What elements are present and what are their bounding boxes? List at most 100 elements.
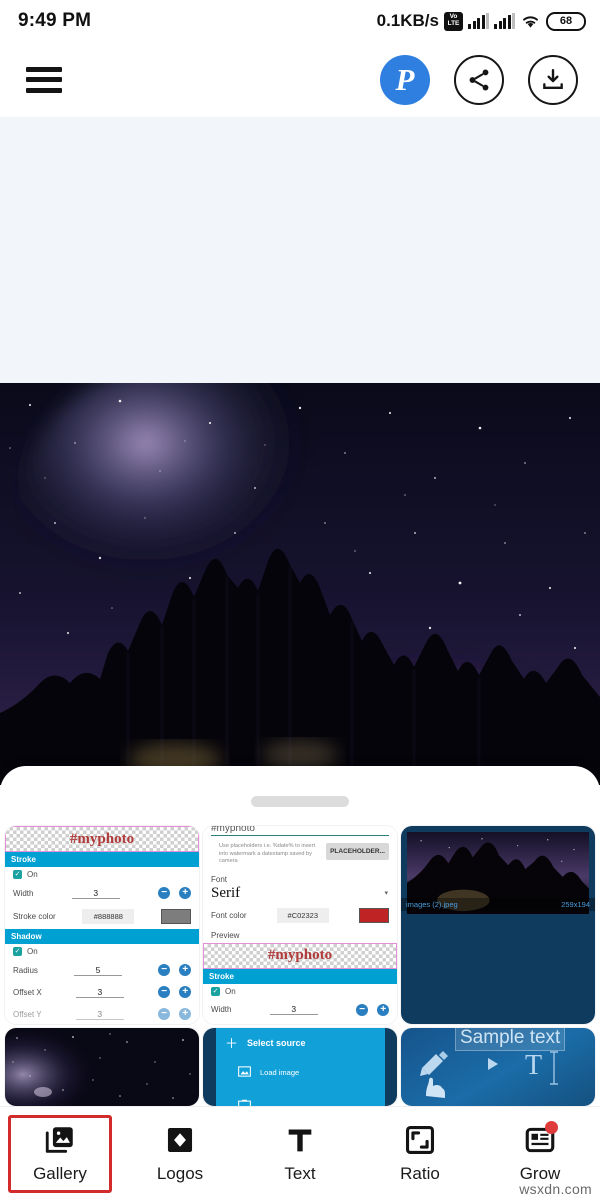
table-row[interactable]: Offset X 3 − + bbox=[5, 981, 199, 1003]
checkbox-icon: ✓ bbox=[13, 870, 22, 879]
section-header-stroke: Stroke bbox=[5, 852, 199, 867]
shadow-offsety-value[interactable]: 3 bbox=[75, 1009, 124, 1020]
logo-letter: P bbox=[395, 61, 415, 97]
aspect-ratio-icon bbox=[403, 1123, 437, 1157]
file-dimensions-label: 259x194 bbox=[561, 900, 590, 909]
nav-item-ratio[interactable]: Ratio bbox=[360, 1107, 480, 1200]
table-row[interactable]: Offset Y 3 − + bbox=[5, 1003, 199, 1024]
preview-label: Preview bbox=[211, 930, 240, 940]
stepper[interactable]: − + bbox=[157, 887, 191, 899]
stroke-width-label: Width bbox=[211, 1005, 232, 1015]
minus-icon[interactable]: − bbox=[158, 964, 170, 976]
stroke-color-swatch[interactable] bbox=[161, 909, 191, 924]
font-value[interactable]: Serif bbox=[203, 884, 248, 903]
font-color-swatch[interactable] bbox=[358, 907, 389, 923]
preview-watermark-text: #myphoto bbox=[267, 947, 333, 964]
plus-icon[interactable]: + bbox=[178, 887, 191, 899]
main-photo[interactable] bbox=[0, 383, 600, 785]
nav-label-logos: Logos bbox=[156, 1164, 204, 1183]
battery-level-label: 68 bbox=[559, 15, 573, 27]
chevron-down-icon[interactable]: ▾ bbox=[384, 889, 388, 897]
nav-label-gallery: Gallery bbox=[33, 1164, 87, 1183]
thumbnail-grid: #myphoto Stroke ✓ On Width 3 − + Stroke … bbox=[5, 826, 597, 1106]
watermark-text-field[interactable]: #myphoto bbox=[203, 826, 397, 835]
plus-icon[interactable]: + bbox=[178, 986, 191, 998]
wifi-icon bbox=[520, 13, 541, 29]
share-button[interactable] bbox=[454, 54, 504, 105]
editor-canvas[interactable] bbox=[0, 117, 600, 785]
plus-icon[interactable]: + bbox=[376, 1003, 389, 1016]
list-item[interactable]: #myphoto Stroke ✓ On Width 3 − + Stroke … bbox=[5, 826, 199, 1024]
list-item[interactable]: Sample text T bbox=[401, 1028, 595, 1106]
table-row[interactable]: Width 3 − + bbox=[5, 882, 199, 904]
stepper[interactable]: − + bbox=[158, 964, 191, 976]
placeholder-hint: Use placeholders i.e. %date% to insert i… bbox=[219, 843, 316, 865]
list-item[interactable]: images (2).jpeg 259x194 bbox=[401, 826, 595, 1024]
hamburger-menu-icon[interactable] bbox=[26, 66, 62, 93]
select-source-row[interactable]: ＋ Select source bbox=[225, 1033, 306, 1052]
stroke-color-value[interactable]: #888888 bbox=[82, 909, 135, 924]
stroke-on-label: On bbox=[27, 870, 38, 879]
minus-icon[interactable]: − bbox=[157, 986, 170, 998]
stroke-width-value[interactable]: 3 bbox=[71, 888, 120, 899]
placeholder-button[interactable]: PLACEHOLDER... bbox=[326, 843, 389, 860]
nav-item-text[interactable]: Text bbox=[240, 1107, 360, 1200]
notification-badge bbox=[545, 1121, 558, 1134]
minus-icon[interactable]: − bbox=[157, 887, 170, 899]
font-color-label: Font color bbox=[211, 910, 247, 920]
load-image-row[interactable]: Load image bbox=[238, 1066, 299, 1079]
stepper[interactable]: − + bbox=[157, 986, 191, 998]
status-bar: 9:49 PM 0.1KB/s Vo LTE 68 bbox=[0, 0, 600, 42]
signal-bars-sim1-icon bbox=[468, 13, 489, 29]
gallery-bottom-sheet[interactable]: #myphoto Stroke ✓ On Width 3 − + Stroke … bbox=[0, 766, 600, 1106]
shadow-offsety-label: Offset Y bbox=[13, 1009, 42, 1019]
text-cursor-icon: T bbox=[525, 1050, 558, 1085]
thumb-image-info: images (2).jpeg 259x194 bbox=[401, 826, 595, 1024]
table-row[interactable]: Radius 5 − + bbox=[5, 959, 199, 981]
font-label: Font bbox=[211, 874, 228, 884]
stepper[interactable]: − + bbox=[355, 1003, 389, 1016]
canvas-empty-area[interactable] bbox=[0, 117, 600, 383]
minus-icon[interactable]: − bbox=[157, 1008, 170, 1020]
thumb-font-settings: #myphoto Use placeholders i.e. %date% to… bbox=[203, 826, 397, 1024]
bottom-navigation: Gallery Logos Text Ratio Grow wsxdn.com bbox=[0, 1106, 600, 1200]
drag-handle[interactable] bbox=[251, 796, 349, 807]
photo-app-logo[interactable]: P bbox=[380, 54, 430, 105]
plus-icon[interactable]: + bbox=[179, 964, 191, 976]
thumb-milkyway bbox=[5, 1028, 199, 1106]
font-color-value[interactable]: #C02323 bbox=[276, 907, 329, 923]
app-bar-actions: P bbox=[380, 54, 578, 105]
table-row[interactable]: Font color #C02323 bbox=[203, 903, 397, 928]
nav-label-ratio: Ratio bbox=[400, 1164, 440, 1183]
shadow-offsetx-value[interactable]: 3 bbox=[75, 987, 124, 998]
checkbox-icon: ✓ bbox=[211, 986, 220, 996]
minus-icon[interactable]: − bbox=[355, 1003, 368, 1016]
nav-item-logos[interactable]: Logos bbox=[120, 1107, 240, 1200]
table-row[interactable]: Width 3 − + bbox=[203, 999, 397, 1021]
plus-icon[interactable]: + bbox=[178, 1008, 191, 1020]
volte-icon: Vo LTE bbox=[444, 11, 463, 31]
select-source-label: Select source bbox=[247, 1037, 306, 1048]
stroke-on-checkbox[interactable]: ✓ On bbox=[5, 867, 199, 882]
table-row[interactable]: Stroke color #888888 bbox=[5, 904, 199, 929]
shadow-on-checkbox[interactable]: ✓ On bbox=[5, 944, 199, 959]
status-time: 9:49 PM bbox=[18, 10, 92, 31]
list-item[interactable]: ＋ Select source Load image bbox=[203, 1028, 397, 1106]
signal-bars-sim2-icon bbox=[494, 13, 515, 29]
list-item[interactable]: #myphoto Use placeholders i.e. %date% to… bbox=[203, 826, 397, 1024]
status-indicators: 0.1KB/s Vo LTE 68 bbox=[377, 11, 586, 31]
shadow-radius-value[interactable]: 5 bbox=[73, 965, 122, 976]
night-sky-forest-image bbox=[0, 383, 600, 785]
stroke-width-value[interactable]: 3 bbox=[269, 1004, 318, 1016]
list-item[interactable] bbox=[5, 1028, 199, 1106]
camera-icon[interactable] bbox=[238, 1096, 251, 1106]
thumb-stroke-shadow-settings: #myphoto Stroke ✓ On Width 3 − + Stroke … bbox=[5, 826, 199, 1024]
nav-item-gallery[interactable]: Gallery bbox=[0, 1107, 120, 1200]
stepper[interactable]: − + bbox=[157, 1008, 191, 1020]
stroke-on-checkbox[interactable]: ✓ On bbox=[203, 984, 397, 999]
gallery-icon bbox=[43, 1123, 77, 1157]
load-image-label: Load image bbox=[260, 1068, 300, 1077]
section-header-stroke: Stroke bbox=[203, 968, 397, 984]
download-button[interactable] bbox=[528, 54, 578, 105]
share-icon bbox=[469, 68, 489, 91]
